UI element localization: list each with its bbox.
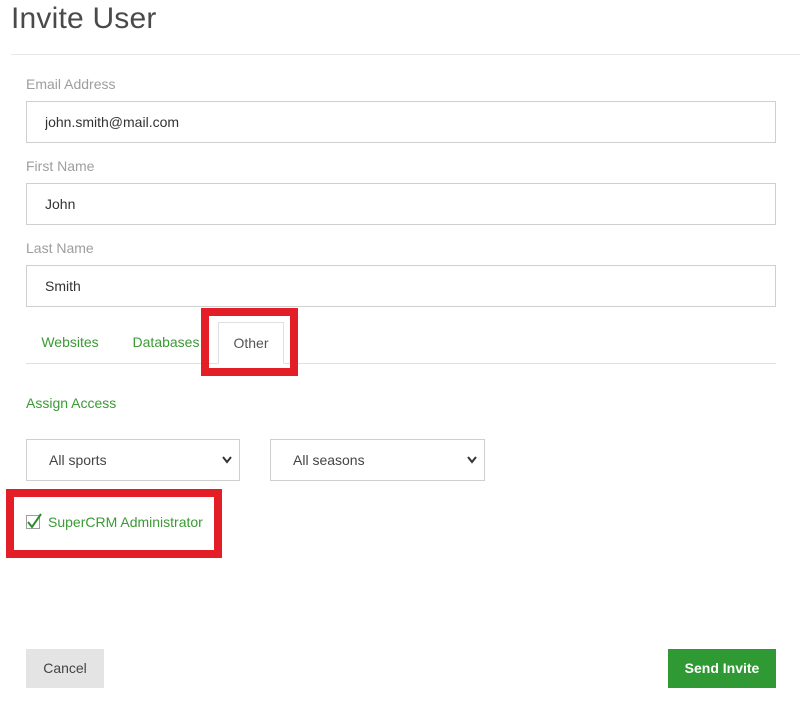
chevron-down-icon <box>466 440 478 480</box>
cancel-button[interactable]: Cancel <box>26 649 104 688</box>
season-select-value: All seasons <box>293 452 365 468</box>
invite-user-page: Invite User Email Address First Name Las… <box>0 0 800 706</box>
last-name-label: Last Name <box>26 240 94 256</box>
season-select[interactable]: All seasons <box>270 439 485 481</box>
last-name-input[interactable] <box>26 265 776 307</box>
checkmark-icon <box>27 513 42 529</box>
sport-select-value: All sports <box>49 452 107 468</box>
first-name-label: First Name <box>26 158 95 174</box>
send-invite-button[interactable]: Send Invite <box>668 649 776 688</box>
supercrm-admin-checkbox[interactable] <box>26 513 42 529</box>
assign-access-link[interactable]: Assign Access <box>26 395 116 411</box>
access-tabs: Websites Databases Other <box>26 322 776 364</box>
supercrm-admin-label: SuperCRM Administrator <box>48 514 203 530</box>
title-divider <box>11 54 800 55</box>
chevron-down-icon <box>221 440 233 480</box>
sport-select[interactable]: All sports <box>26 439 240 481</box>
supercrm-admin-checkbox-row[interactable]: SuperCRM Administrator <box>26 512 203 532</box>
first-name-input[interactable] <box>26 183 776 225</box>
tab-databases[interactable]: Databases <box>132 322 200 364</box>
email-label: Email Address <box>26 76 116 92</box>
tab-other[interactable]: Other <box>218 322 284 364</box>
page-title: Invite User <box>11 2 157 35</box>
tab-websites[interactable]: Websites <box>41 322 99 364</box>
email-input[interactable] <box>26 101 776 143</box>
